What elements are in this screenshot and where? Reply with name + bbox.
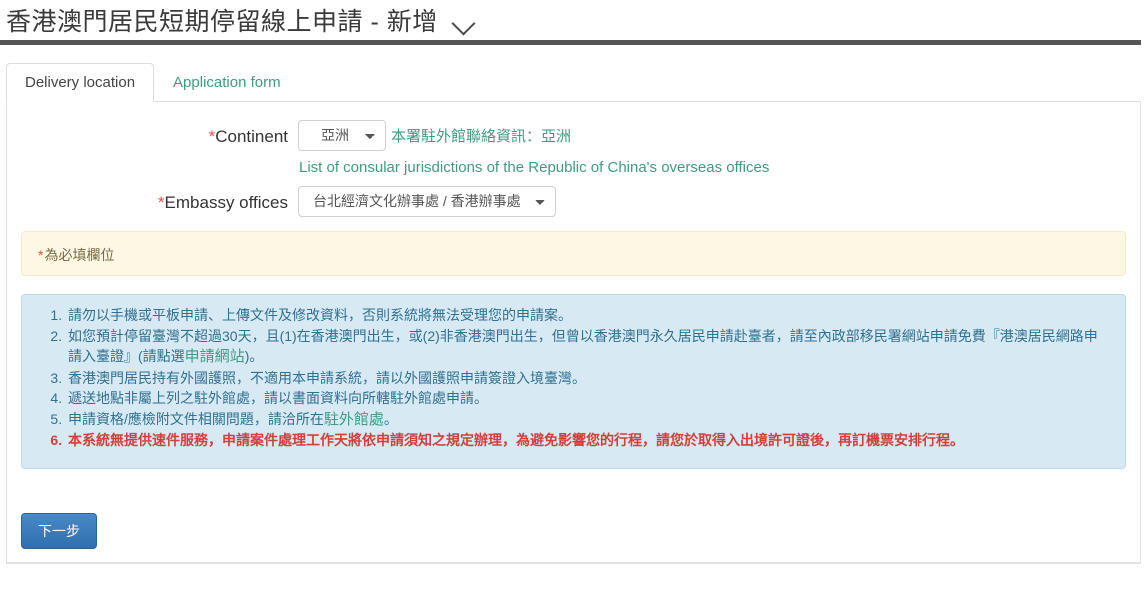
- embassy-offices-select[interactable]: 台北經濟文化辦事處 / 香港辦事處: [298, 186, 556, 217]
- list-item: 請勿以手機或平板申請、上傳文件及修改資料，否則系統將無法受理您的申請案。: [66, 305, 1111, 326]
- list-item: 香港澳門居民持有外國護照，不適用本申請系統，請以外國護照申請簽證入境臺灣。: [66, 368, 1111, 389]
- continent-select-line: 亞洲 本署駐外館聯絡資訊：亞洲: [298, 120, 571, 151]
- list-item-warning: 本系統無提供速件服務，申請案件處理工作天將依申請須知之規定辦理，為避免影響您的行…: [66, 430, 1111, 451]
- list-item: 遞送地點非屬上列之駐外館處，請以書面資料向所轄駐外館處申請。: [66, 388, 1111, 409]
- list-item: 申請資格/應檢附文件相關問題，請洽所在駐外館處。: [66, 409, 1111, 431]
- list-item-text-after: 。: [383, 410, 398, 427]
- information-notice-box: 請勿以手機或平板申請、上傳文件及修改資料，否則系統將無法受理您的申請案。 如您預…: [21, 294, 1126, 469]
- embassy-row: *Embassy offices 台北經濟文化辦事處 / 香港辦事處: [21, 186, 1126, 217]
- page-title: 香港澳門居民短期停留線上申請 - 新增: [6, 8, 438, 36]
- consular-jurisdictions-link[interactable]: List of consular jurisdictions of the Re…: [299, 159, 769, 176]
- continent-label: *Continent: [21, 120, 298, 147]
- required-asterisk: *: [38, 247, 44, 263]
- page-header: 香港澳門居民短期停留線上申請 - 新增: [0, 0, 1147, 46]
- list-item: 如您預計停留臺灣不超過30天，且(1)在香港澳門出生，或(2)非香港澳門出生，但…: [66, 326, 1111, 368]
- continent-control-area: 亞洲 本署駐外館聯絡資訊：亞洲 List of consular jurisdi…: [298, 120, 769, 176]
- required-notice-text: 為必填欄位: [44, 247, 115, 263]
- application-website-link[interactable]: 申請網站: [185, 348, 245, 365]
- list-item-text-before: 申請資格/應檢附文件相關問題，請洽所在: [68, 410, 324, 427]
- continent-contact-hint: 本署駐外館聯絡資訊：亞洲: [391, 128, 572, 145]
- embassy-control-area: 台北經濟文化辦事處 / 香港辦事處: [298, 186, 556, 217]
- panel-bottom-divider: [7, 562, 1140, 563]
- overseas-offices-link[interactable]: 駐外館處: [324, 411, 384, 428]
- list-item-text-after: )。: [244, 348, 264, 364]
- continent-row: *Continent 亞洲 本署駐外館聯絡資訊：亞洲 List of consu…: [21, 120, 1126, 176]
- tab-bar: Delivery location Application form: [6, 63, 1141, 102]
- title-divider: [0, 40, 1141, 45]
- chevron-down-icon[interactable]: [452, 15, 478, 30]
- required-field-notice: *為必填欄位: [21, 231, 1126, 276]
- embassy-label: *Embassy offices: [21, 186, 298, 213]
- next-step-button[interactable]: 下一步: [21, 513, 97, 549]
- page-title-row: 香港澳門居民短期停留線上申請 - 新增: [6, 6, 1147, 38]
- tab-delivery-location[interactable]: Delivery location: [6, 63, 155, 102]
- continent-label-text: Continent: [215, 127, 288, 146]
- delivery-location-panel: *Continent 亞洲 本署駐外館聯絡資訊：亞洲 List of consu…: [6, 102, 1141, 564]
- required-asterisk: *: [157, 193, 165, 212]
- tab-application-form[interactable]: Application form: [154, 63, 300, 102]
- continent-select[interactable]: 亞洲: [298, 120, 386, 151]
- footer-actions: 下一步: [21, 513, 97, 549]
- information-list: 請勿以手機或平板申請、上傳文件及修改資料，否則系統將無法受理您的申請案。 如您預…: [36, 305, 1111, 451]
- embassy-label-text: Embassy offices: [164, 193, 288, 212]
